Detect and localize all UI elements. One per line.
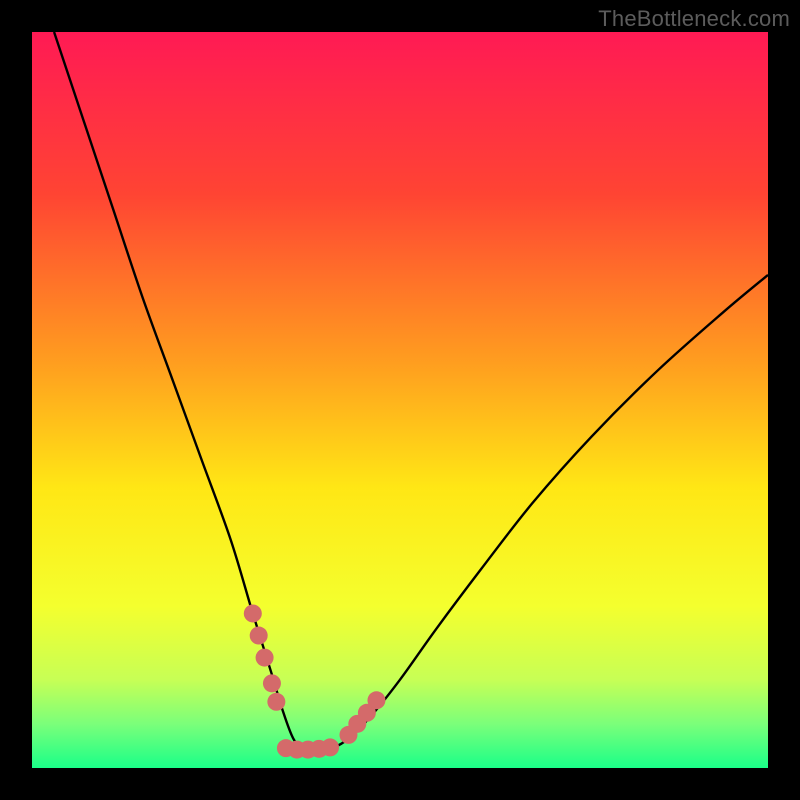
marker-dot bbox=[367, 691, 385, 709]
marker-dot bbox=[263, 674, 281, 692]
marker-dot bbox=[267, 693, 285, 711]
marker-dot bbox=[256, 649, 274, 667]
watermark-text: TheBottleneck.com bbox=[598, 6, 790, 32]
marker-dot bbox=[250, 627, 268, 645]
chart-frame bbox=[32, 32, 768, 768]
marker-dot bbox=[321, 738, 339, 756]
bottleneck-chart bbox=[32, 32, 768, 768]
marker-dot bbox=[244, 604, 262, 622]
gradient-background bbox=[32, 32, 768, 768]
